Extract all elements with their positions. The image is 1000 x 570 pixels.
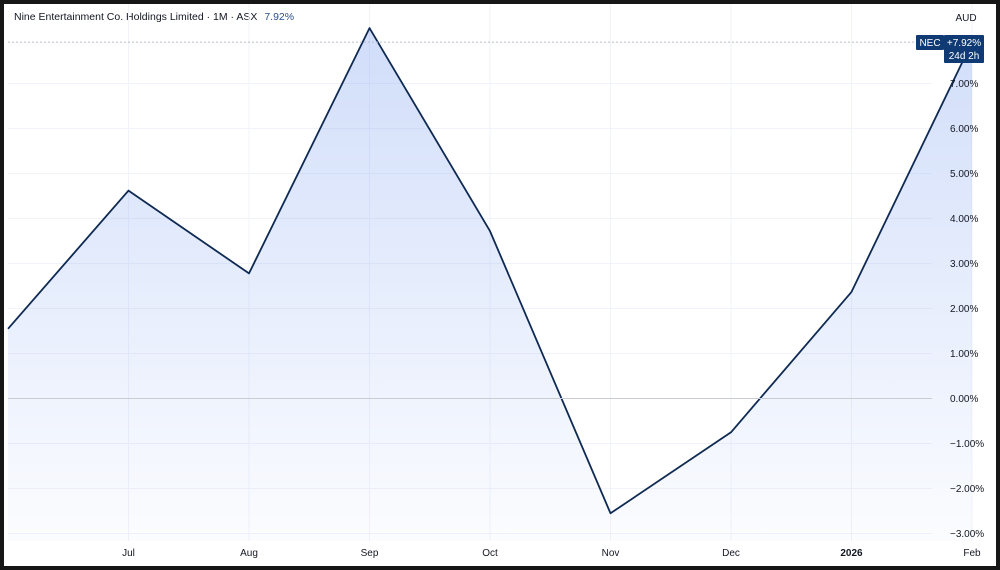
badge-symbol: NEC xyxy=(919,38,940,49)
data-point xyxy=(850,290,853,293)
y-tick-label: −1.00% xyxy=(950,439,984,450)
x-tick-label: Jul xyxy=(122,548,135,559)
y-tick-label: 3.00% xyxy=(950,259,978,270)
price-chart[interactable]: 7.00% 6.00% 5.00% 4.00% 3.00% 2.00% 1.00% 0.00%… xyxy=(4,4,996,566)
data-point xyxy=(368,27,371,30)
data-point xyxy=(730,431,733,434)
x-tick-label: Aug xyxy=(240,548,258,559)
badge-change: +7.92% xyxy=(947,38,981,49)
data-point xyxy=(489,230,492,233)
y-tick-label: 0.00% xyxy=(950,394,978,405)
y-tick-label: −3.00% xyxy=(950,529,984,540)
badge-countdown: 24d 2h xyxy=(949,51,980,62)
x-tick-label: 2026 xyxy=(840,548,863,559)
y-tick-label: 2.00% xyxy=(950,304,978,315)
data-point xyxy=(609,512,612,515)
x-tick-label: Sep xyxy=(361,548,379,559)
y-tick-label: 6.00% xyxy=(950,124,978,135)
x-tick-label: Oct xyxy=(482,548,498,559)
data-point xyxy=(248,272,251,275)
y-tick-label: −2.00% xyxy=(950,484,984,495)
data-point xyxy=(7,327,10,330)
x-tick-label: Feb xyxy=(963,548,981,559)
currency-label: AUD xyxy=(955,13,976,24)
y-tick-label: 5.00% xyxy=(950,169,978,180)
y-tick-label: 1.00% xyxy=(950,349,978,360)
x-tick-label: Nov xyxy=(602,548,620,559)
y-tick-label: 7.00% xyxy=(950,79,978,90)
y-tick-label: 4.00% xyxy=(950,214,978,225)
x-axis: Jul Aug Sep Oct Nov Dec 2026 Feb xyxy=(122,548,981,559)
chart-frame: Nine Entertainment Co. Holdings Limited … xyxy=(4,4,996,566)
data-point xyxy=(127,189,130,192)
x-tick-label: Dec xyxy=(722,548,740,559)
price-badge: NEC +7.92% 24d 2h xyxy=(916,35,984,63)
